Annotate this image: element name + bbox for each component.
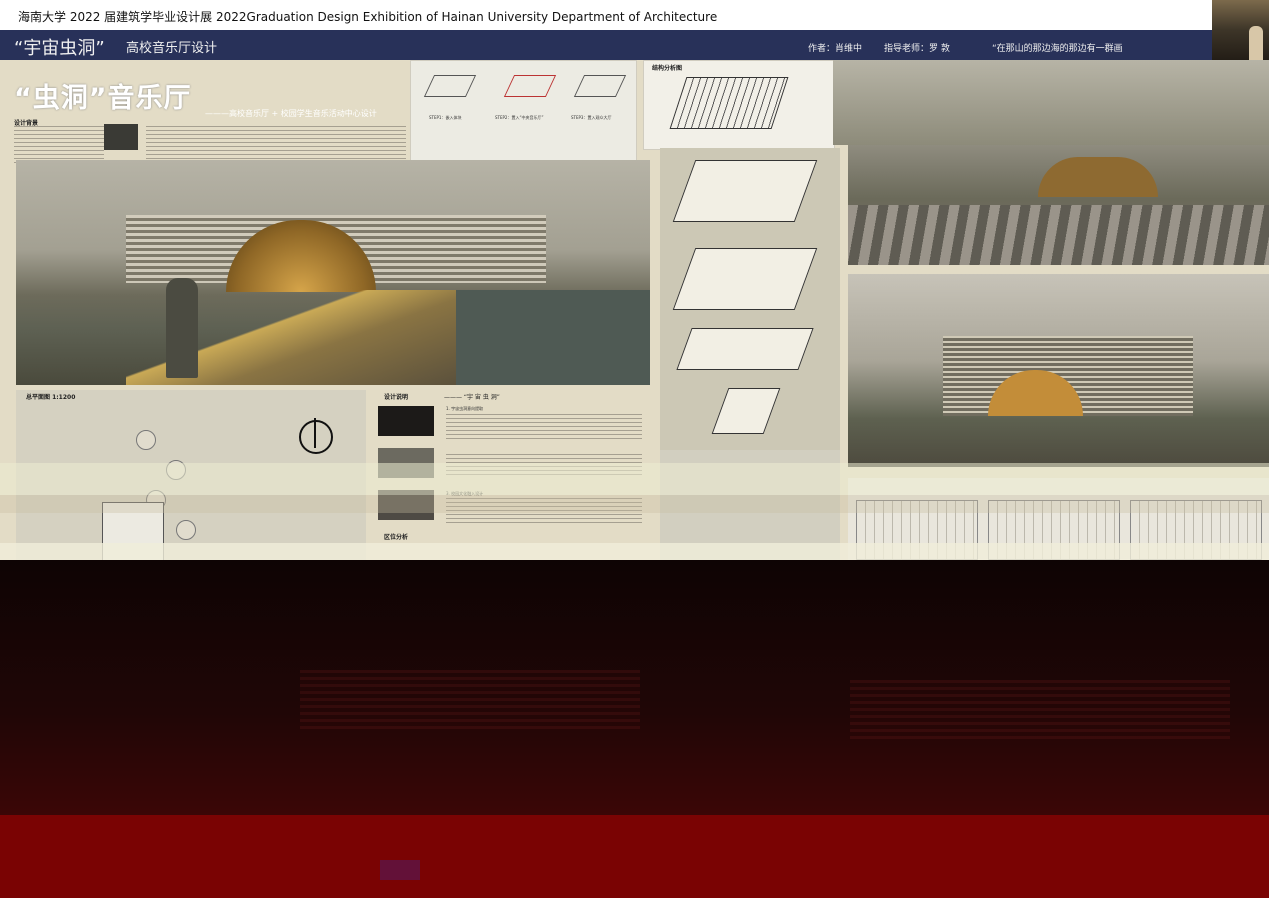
cosmos-thumbnail	[378, 406, 434, 436]
project-subtitle: 高校音乐厅设计	[126, 41, 218, 56]
section-location: 区位分析	[384, 534, 409, 541]
tree-symbol	[176, 520, 196, 540]
structure-diagram: 结构分析图	[643, 60, 835, 150]
axon-layer	[676, 328, 814, 370]
render-glitch-band	[0, 463, 1269, 495]
render-glitch-band	[0, 543, 1269, 560]
ghost-building	[300, 670, 640, 730]
axon-layer	[672, 248, 818, 310]
step-label: STEP1：嵌入体块	[429, 115, 462, 120]
axon-layer	[711, 388, 781, 434]
project-title: “宇宙虫洞”	[14, 38, 105, 59]
wormhole-arch	[1038, 157, 1158, 197]
exhibition-title: 海南大学 2022 届建筑学毕业设计展 2022Graduation Desig…	[18, 10, 718, 24]
north-arrow-icon	[299, 418, 333, 454]
axon-layer	[672, 160, 818, 222]
project-banner: “宇宙虫洞” 高校音乐厅设计 作者：肖维中 指导老师：罗 敦 “在那山的那边海的…	[0, 30, 1212, 60]
massing-model	[573, 75, 627, 97]
step-label: STEP3：置入观众大厅	[571, 115, 612, 120]
author-label: 作者：肖维中	[808, 44, 863, 54]
section-design-notes: 设计说明	[384, 394, 409, 401]
tree-symbol	[136, 430, 156, 450]
render-glitch-band	[0, 495, 1269, 513]
note-heading: 1. 宇宙虫洞意向提取	[446, 406, 484, 411]
plaza-floor	[848, 205, 1269, 265]
person-figure	[166, 278, 198, 378]
background-photo	[104, 124, 138, 150]
exhibition-title-bar: 海南大学 2022 届建筑学毕业设计展 2022Graduation Desig…	[0, 0, 1212, 30]
plaza-render	[848, 145, 1269, 265]
advisor-label: 指导老师：罗 敦	[884, 44, 950, 54]
corrupted-render-area	[0, 560, 1269, 828]
structure-frame	[669, 77, 789, 129]
note-paragraph	[446, 414, 642, 442]
ghost-building	[850, 680, 1230, 740]
design-notes-title: ——— “宇 宙 虫 洞”	[444, 394, 500, 401]
main-render	[16, 160, 650, 385]
hero-title: “虫洞”音乐厅	[14, 83, 192, 114]
massing-model	[503, 75, 557, 97]
hero-subtitle: ———高校音乐厅 + 校园学生音乐活动中心设计	[205, 109, 377, 118]
aerial-render	[833, 60, 1269, 145]
person-figure	[1249, 26, 1263, 60]
section-structure: 结构分析图	[652, 65, 683, 72]
step-label: STEP2：置入“中央音乐厅”	[495, 115, 544, 120]
corrupted-footer-area	[0, 815, 1269, 898]
camera-thumbnail	[1212, 0, 1269, 60]
section-site-plan: 总平面图 1:1200	[26, 394, 76, 401]
lakeside-render	[848, 274, 1269, 467]
quote-text: “在那山的那边海的那边有一群画	[992, 44, 1123, 54]
glitch-block	[380, 860, 420, 880]
massing-model	[423, 75, 477, 97]
massing-steps-diagram: STEP1：嵌入体块 STEP2：置入“中央音乐厅” STEP3：置入观众大厅 …	[410, 60, 637, 182]
